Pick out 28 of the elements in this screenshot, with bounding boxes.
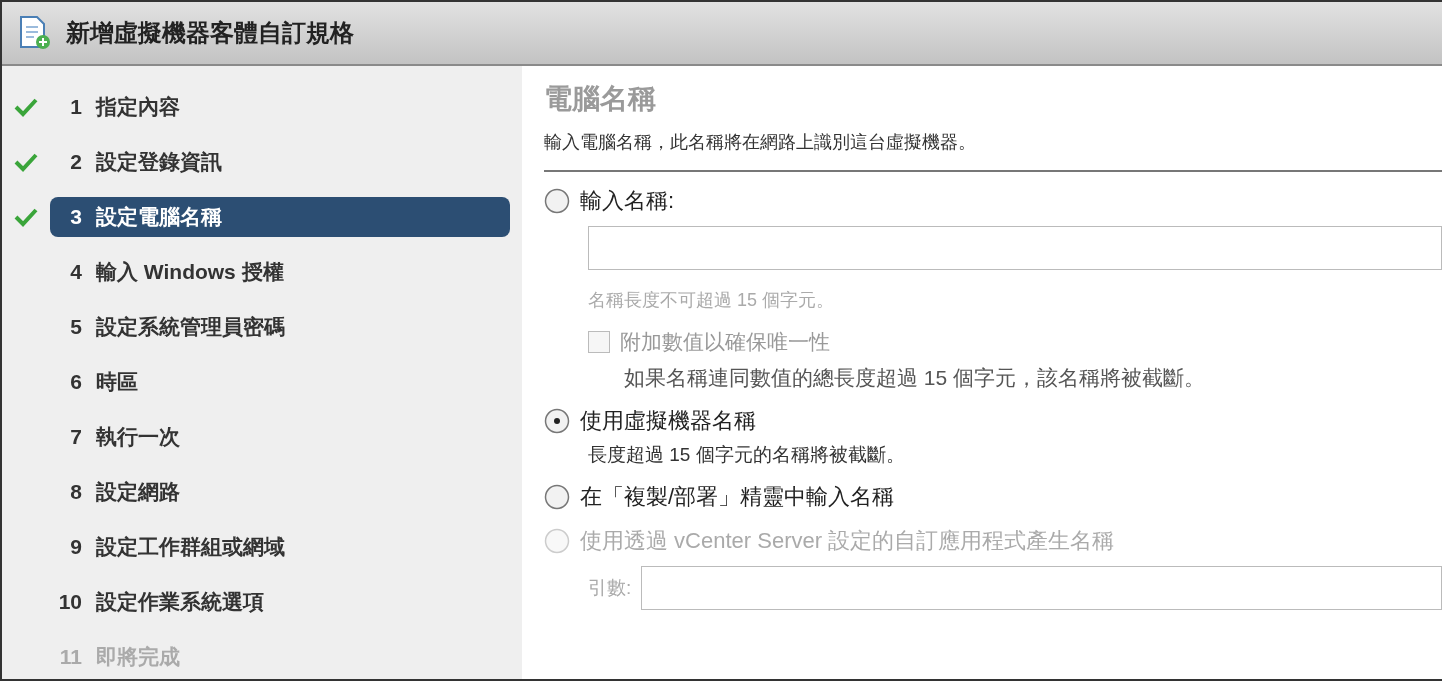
window-title: 新增虛擬機器客體自訂規格: [66, 18, 354, 48]
document-add-icon: [18, 15, 52, 51]
section-description: 輸入電腦名稱，此名稱將在網路上識別這台虛擬機器。: [544, 130, 1442, 172]
wizard-step[interactable]: 4 輸入 Windows 授權: [50, 251, 510, 292]
wizard-step[interactable]: 2 設定登錄資訊: [50, 141, 510, 182]
option-note: 如果名稱連同數值的總長度超過 15 個字元，該名稱將被截斷。: [623, 365, 1207, 391]
wizard-step[interactable]: 7 執行一次: [50, 416, 510, 457]
option-label: 輸入名稱:: [580, 187, 675, 215]
hint-text: 名稱長度不可超過 15 個字元。: [588, 289, 836, 312]
wizard-step[interactable]: 5 設定系統管理員密碼: [50, 306, 510, 347]
wizard-step[interactable]: 3 設定電腦名稱: [50, 196, 510, 237]
wizard-step[interactable]: 8 設定網路: [50, 471, 510, 512]
option-label: 使用透過 vCenter Server 設定的自訂應用程式產生名稱: [580, 527, 1115, 555]
option-label: 在「複製/部署」精靈中輸入名稱: [580, 483, 895, 511]
radio-button[interactable]: [544, 408, 570, 434]
wizard-step[interactable]: 1 指定內容: [50, 86, 510, 127]
wizard-step[interactable]: 6 時區: [50, 361, 510, 402]
checkbox-label: 附加數值以確保唯一性: [620, 329, 830, 355]
section-heading: 電腦名稱: [544, 82, 657, 116]
radio-button[interactable]: [544, 484, 570, 510]
field-label: 引數:: [588, 576, 632, 600]
argument-input-field[interactable]: [641, 566, 1442, 610]
option-note: 長度超過 15 個字元的名稱將被截斷。: [588, 443, 906, 467]
wizard-step[interactable]: 9 設定工作群組或網域: [50, 526, 510, 567]
wizard-step[interactable]: 10 設定作業系統選項: [50, 581, 510, 622]
option-label: 使用虛擬機器名稱: [580, 407, 756, 435]
radio-button[interactable]: [544, 188, 570, 214]
name-input-field[interactable]: [588, 226, 1442, 270]
